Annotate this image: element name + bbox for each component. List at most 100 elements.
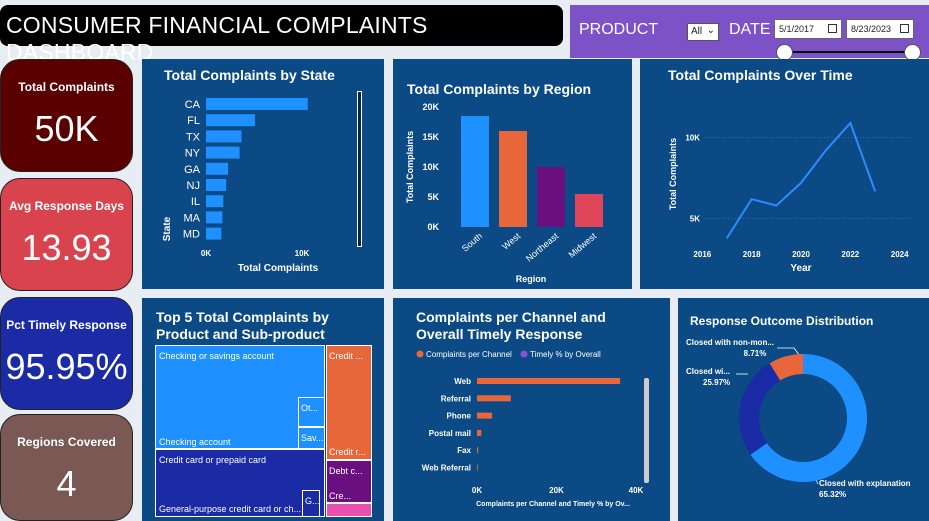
donut-label-nonmon: Closed with non-mon... [686, 338, 774, 347]
state-x-tick: 0K [201, 249, 211, 258]
region-chart-panel: Total Complaints by Region Total Complai… [393, 59, 632, 289]
treemap-title-line: Top 5 Total Complaints by [156, 309, 329, 325]
region-bar [499, 131, 527, 227]
channel-bar [477, 378, 621, 384]
state-bar [206, 98, 308, 110]
treemap-label: Debt c... [329, 466, 363, 476]
region-tick-label: South [460, 231, 484, 254]
calendar-icon[interactable] [900, 24, 909, 33]
kpi-value: 50K [34, 108, 99, 149]
filter-bar: PRODUCT All ⌄ DATE 5/1/2017 8/23/2023 [570, 5, 929, 61]
state-x-axis-label: Total Complaints [238, 263, 319, 274]
time-point [849, 122, 852, 124]
state-chart-panel: Total Complaints by State State Total Co… [142, 59, 384, 289]
time-x-tick: 2024 [891, 250, 909, 259]
channel-tick-label: Web Referral [422, 464, 471, 473]
date-end-input[interactable]: 8/23/2023 [846, 19, 914, 39]
channel-bar [477, 395, 511, 402]
treemap-tile-pink[interactable] [326, 503, 372, 517]
date-range-slider[interactable] [784, 51, 915, 53]
time-x-axis-label: Year [790, 263, 811, 274]
treemap-tile-credit-reporting[interactable]: Credit ... Credit r... [326, 345, 372, 460]
state-bar [206, 211, 223, 224]
channel-tick-label: Fax [457, 446, 471, 455]
region-y-tick: 0K [427, 222, 439, 232]
treemap-label: Sav... [301, 433, 324, 443]
time-point [726, 237, 728, 239]
state-tick-label: MA [184, 212, 201, 224]
donut-panel: Response Outcome Distribution Closed wit… [678, 298, 929, 521]
treemap-sublabel: General-purpose credit card or ch... [159, 504, 302, 514]
time-point [800, 182, 802, 184]
legend-dot-channel [416, 350, 424, 358]
treemap-tile-debt-collection[interactable]: Debt c... Cre... [326, 460, 372, 503]
channel-chart: Complaints per Channel Timely % by Overa… [416, 350, 649, 508]
state-bar [206, 179, 227, 191]
channel-x-axis-label: Complaints per Channel and Timely % by O… [476, 501, 630, 508]
product-filter-label: PRODUCT [579, 21, 659, 38]
donut-label-relief: Closed wi... [686, 367, 730, 376]
state-axis-label: State [162, 216, 173, 241]
channel-scrollbar[interactable] [644, 378, 649, 483]
state-bar [206, 130, 242, 143]
region-tick-label: Midwest [567, 231, 599, 260]
region-chart: Total Complaints Region 0K 5K 10K 15K 20K Sou… [405, 102, 603, 284]
region-y-axis-label: Total Complaints [405, 131, 415, 203]
region-y-tick: 20K [422, 102, 439, 112]
state-tick-label: IL [191, 196, 200, 208]
treemap-tile-credit-card[interactable]: Credit card or prepaid card General-purp… [155, 449, 325, 517]
channel-bar [477, 429, 482, 436]
treemap-tile-g[interactable]: G... [302, 490, 320, 517]
time-point [874, 190, 876, 192]
channel-tick-label: Web [454, 377, 471, 386]
donut-chart: Closed with non-mon... 8.71% Closed wi..… [686, 338, 911, 499]
kpi-pct-timely-response: Pct Timely Response 95.95% [0, 297, 133, 410]
time-x-tick: 2018 [743, 250, 761, 259]
state-bar [206, 227, 222, 240]
time-x-tick: 2022 [841, 250, 859, 259]
treemap-tile-savings[interactable]: Sav... [298, 427, 325, 449]
donut-label-explanation: Closed with explanation [819, 479, 911, 488]
time-y-tick: 5K [690, 215, 700, 224]
kpi-total-complaints: Total Complaints 50K [0, 59, 133, 172]
region-bar [537, 167, 565, 227]
time-chart: Total Complaints Year 5K 10K 2016 2018 2020 2… [668, 121, 910, 274]
channel-bar [477, 464, 478, 471]
treemap-panel: Top 5 Total Complaints by Product and Su… [142, 298, 384, 521]
region-bar [575, 194, 603, 227]
kpi-value: 95.95% [5, 346, 128, 387]
date-start-input[interactable]: 5/1/2017 [774, 19, 842, 39]
channel-tick-label: Referral [441, 394, 471, 403]
channel-x-tick: 0K [472, 486, 482, 495]
chevron-down-icon: ⌄ [706, 25, 715, 36]
time-point [750, 198, 753, 200]
state-scrollbar-thumb[interactable] [358, 92, 361, 246]
region-tick-label: West [500, 231, 522, 252]
calendar-icon[interactable] [828, 24, 837, 33]
time-x-tick: 2016 [693, 250, 711, 259]
state-tick-label: MD [183, 229, 200, 241]
state-tick-label: TX [186, 131, 201, 143]
region-x-axis-label: Region [516, 274, 547, 284]
state-bar [206, 195, 224, 208]
region-bar [461, 116, 489, 227]
kpi-value: 4 [56, 463, 77, 504]
time-x-tick: 2020 [792, 250, 810, 259]
channel-x-tick: 20K [549, 486, 564, 495]
time-point [824, 149, 827, 152]
treemap-label: Ot... [301, 403, 319, 413]
time-series-line [726, 121, 876, 239]
product-select[interactable]: All ⌄ [687, 23, 719, 41]
legend-channel: Complaints per Channel [426, 350, 512, 359]
state-bar [206, 146, 240, 159]
channel-bar [477, 447, 479, 454]
treemap-label: Credit card or prepaid card [159, 455, 267, 465]
treemap-title: Top 5 Total Complaints by Product and Su… [156, 309, 329, 343]
kpi-title: Regions Covered [17, 435, 116, 449]
kpi-avg-response-days: Avg Response Days 13.93 [0, 178, 133, 291]
kpi-title: Total Complaints [18, 80, 115, 94]
kpi-value: 13.93 [21, 227, 112, 268]
legend-timely: Timely % by Overall [530, 350, 601, 359]
region-y-tick: 15K [422, 132, 439, 142]
treemap-tile-other[interactable]: Ot... [298, 397, 325, 427]
